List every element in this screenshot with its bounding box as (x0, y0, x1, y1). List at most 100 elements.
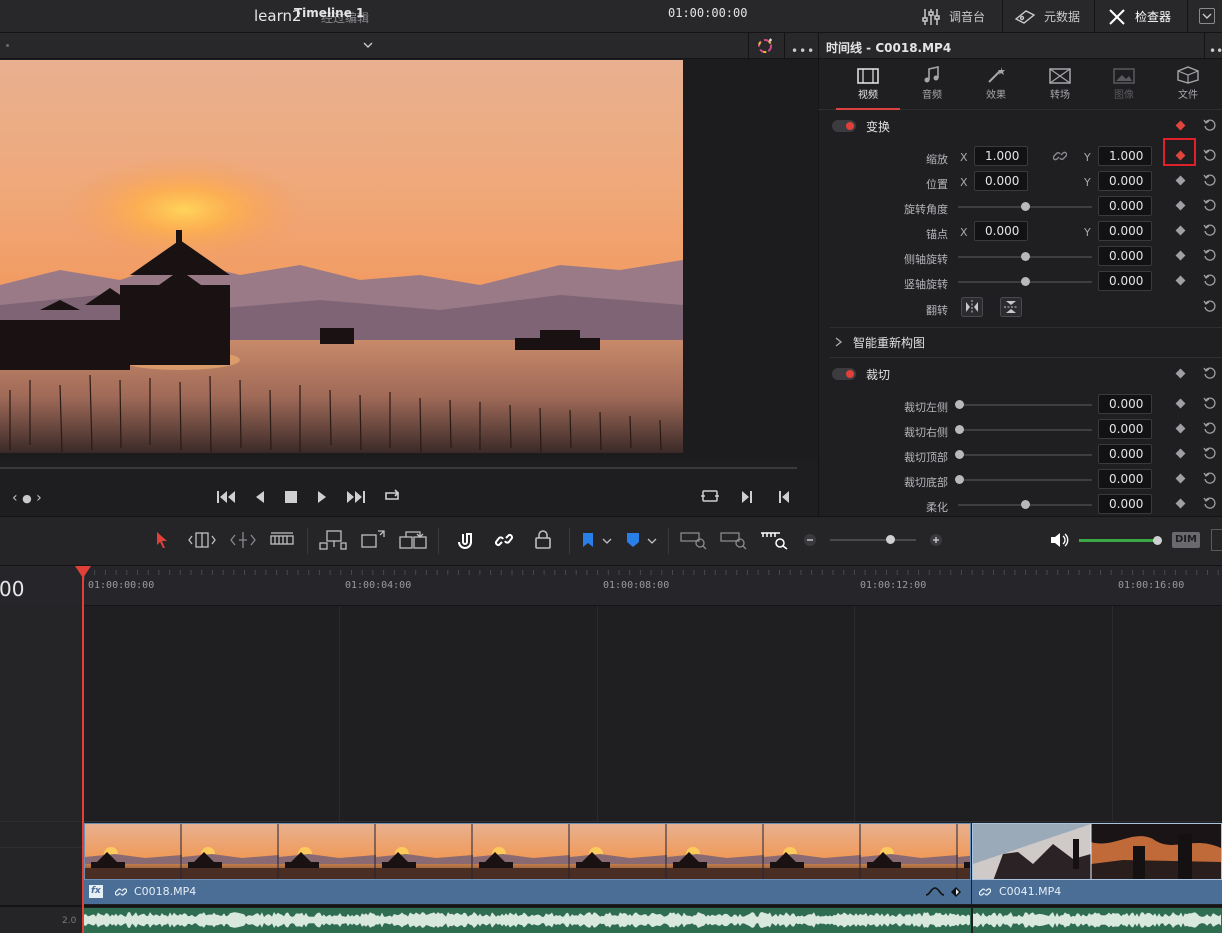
tab-effects[interactable]: 效果 (964, 60, 1028, 110)
reset-icon[interactable] (1203, 446, 1217, 460)
crop-left-slider-knob[interactable] (955, 400, 964, 409)
chevron-down-icon[interactable] (647, 537, 657, 545)
zoom-y-input[interactable]: 1.000 (1098, 146, 1152, 166)
crop-top-slider[interactable] (958, 454, 1092, 456)
crop-bottom-slider[interactable] (958, 479, 1092, 481)
crop-right-slider-knob[interactable] (955, 425, 964, 434)
zoom-out-icon[interactable] (803, 533, 817, 547)
metadata-button[interactable]: 元数据 (1014, 0, 1080, 33)
previous-edit-icon[interactable] (777, 490, 791, 504)
curve-editor-icon[interactable] (925, 885, 945, 899)
replace-clip-icon[interactable] (398, 529, 428, 551)
timeline-zoom-slider[interactable] (830, 539, 916, 541)
snapping-magnet-icon[interactable] (455, 530, 475, 550)
video-clip-c0018[interactable]: fx C0018.MP4 (84, 880, 971, 904)
blade-icon[interactable] (269, 531, 295, 549)
play-icon[interactable] (316, 490, 328, 504)
reset-icon[interactable] (1203, 273, 1217, 287)
reset-icon[interactable] (1203, 118, 1217, 132)
go-to-start-icon[interactable] (216, 490, 238, 504)
reset-icon[interactable] (1203, 396, 1217, 410)
inspector-more-icon[interactable]: •• (1209, 44, 1222, 58)
dynamic-trim-icon[interactable] (229, 531, 257, 549)
zoom-full-icon[interactable] (680, 530, 708, 550)
audio-clip-waveform[interactable] (973, 908, 1222, 933)
reset-icon[interactable] (1203, 223, 1217, 237)
zoom-detail-icon[interactable] (720, 530, 748, 550)
position-lock-icon[interactable] (534, 530, 552, 550)
reset-icon[interactable] (1203, 299, 1217, 313)
softness-input[interactable]: 0.000 (1098, 494, 1152, 514)
keyframe-toggle-icon[interactable] (950, 886, 962, 898)
zoom-custom-icon[interactable] (760, 530, 790, 550)
reset-icon[interactable] (1203, 421, 1217, 435)
insert-clip-icon[interactable] (318, 529, 348, 551)
softness-slider-knob[interactable] (1021, 500, 1030, 509)
next-edit-icon[interactable] (740, 490, 754, 504)
color-viewer-icon[interactable] (755, 37, 775, 55)
marker-icon[interactable] (626, 532, 640, 548)
tab-audio[interactable]: 音频 (900, 60, 964, 110)
audio-clip-waveform[interactable] (84, 908, 971, 933)
flip-vertical-icon[interactable] (1000, 297, 1022, 317)
crop-bottom-input[interactable]: 0.000 (1098, 469, 1152, 489)
reset-icon[interactable] (1203, 471, 1217, 485)
pitch-slider-knob[interactable] (1021, 252, 1030, 261)
linked-selection-icon[interactable] (494, 530, 514, 550)
reset-icon[interactable] (1203, 148, 1217, 162)
inspector-button[interactable]: 检查器 (1107, 0, 1171, 33)
cropping-enable-toggle[interactable] (832, 368, 856, 380)
crop-left-input[interactable]: 0.000 (1098, 394, 1152, 414)
crop-right-slider[interactable] (958, 429, 1092, 431)
video-clip-thumbnails[interactable] (84, 823, 971, 880)
video-clip-c0041[interactable]: C0041.MP4 (972, 880, 1222, 904)
reset-icon[interactable] (1203, 173, 1217, 187)
reset-icon[interactable] (1203, 248, 1217, 262)
pitch-input[interactable]: 0.000 (1098, 246, 1152, 266)
tab-transition[interactable]: 转场 (1028, 60, 1092, 110)
match-frame-icon[interactable] (700, 488, 720, 504)
anchor-y-input[interactable]: 0.000 (1098, 221, 1152, 241)
master-volume-knob[interactable] (1153, 536, 1162, 545)
transform-section-header[interactable]: 变换 (832, 115, 1222, 137)
trim-edit-icon[interactable] (187, 531, 217, 549)
stop-icon[interactable] (284, 490, 298, 504)
viewer-scrubber[interactable] (0, 467, 797, 469)
crop-right-input[interactable]: 0.000 (1098, 419, 1152, 439)
transform-enable-toggle[interactable] (832, 120, 856, 132)
crop-top-input[interactable]: 0.000 (1098, 444, 1152, 464)
timeline-zoom-knob[interactable] (886, 535, 895, 544)
position-y-input[interactable]: 0.000 (1098, 171, 1152, 191)
rotation-slider-knob[interactable] (1021, 202, 1030, 211)
reset-icon[interactable] (1203, 366, 1217, 380)
crop-top-slider-knob[interactable] (955, 450, 964, 459)
go-to-end-icon[interactable] (344, 490, 366, 504)
anchor-x-input[interactable]: 0.000 (974, 221, 1028, 241)
cropping-section-header[interactable]: 裁切 (832, 363, 1222, 385)
loop-icon[interactable] (381, 487, 403, 505)
flip-horizontal-icon[interactable] (961, 297, 983, 317)
crop-left-slider[interactable] (958, 404, 1092, 406)
yaw-input[interactable]: 0.000 (1098, 271, 1152, 291)
video-clip-thumbnails[interactable] (972, 823, 1222, 880)
tab-file[interactable]: 文件 (1156, 60, 1220, 110)
jog-control[interactable]: ‹ ● › (12, 490, 42, 506)
rotation-input[interactable]: 0.000 (1098, 196, 1152, 216)
selection-pointer-icon[interactable] (155, 531, 169, 549)
flag-icon[interactable] (582, 532, 594, 548)
master-volume-slider[interactable] (1079, 539, 1159, 542)
zoom-x-input[interactable]: 1.000 (974, 146, 1028, 166)
tab-image[interactable]: 图像 (1092, 60, 1156, 110)
reset-icon[interactable] (1203, 198, 1217, 212)
timeline-name[interactable]: Timeline 1 (294, 6, 364, 20)
link-icon[interactable] (1053, 149, 1067, 163)
reset-icon[interactable] (1203, 496, 1217, 510)
tab-video[interactable]: 视频 (836, 60, 900, 110)
yaw-slider-knob[interactable] (1021, 277, 1030, 286)
zoom-in-icon[interactable] (929, 533, 943, 547)
collapse-button[interactable] (1199, 8, 1215, 24)
play-reverse-icon[interactable] (254, 490, 266, 504)
speaker-icon[interactable] (1049, 531, 1071, 549)
playhead-handle[interactable] (75, 566, 91, 578)
dim-button[interactable]: DIM (1172, 532, 1200, 548)
